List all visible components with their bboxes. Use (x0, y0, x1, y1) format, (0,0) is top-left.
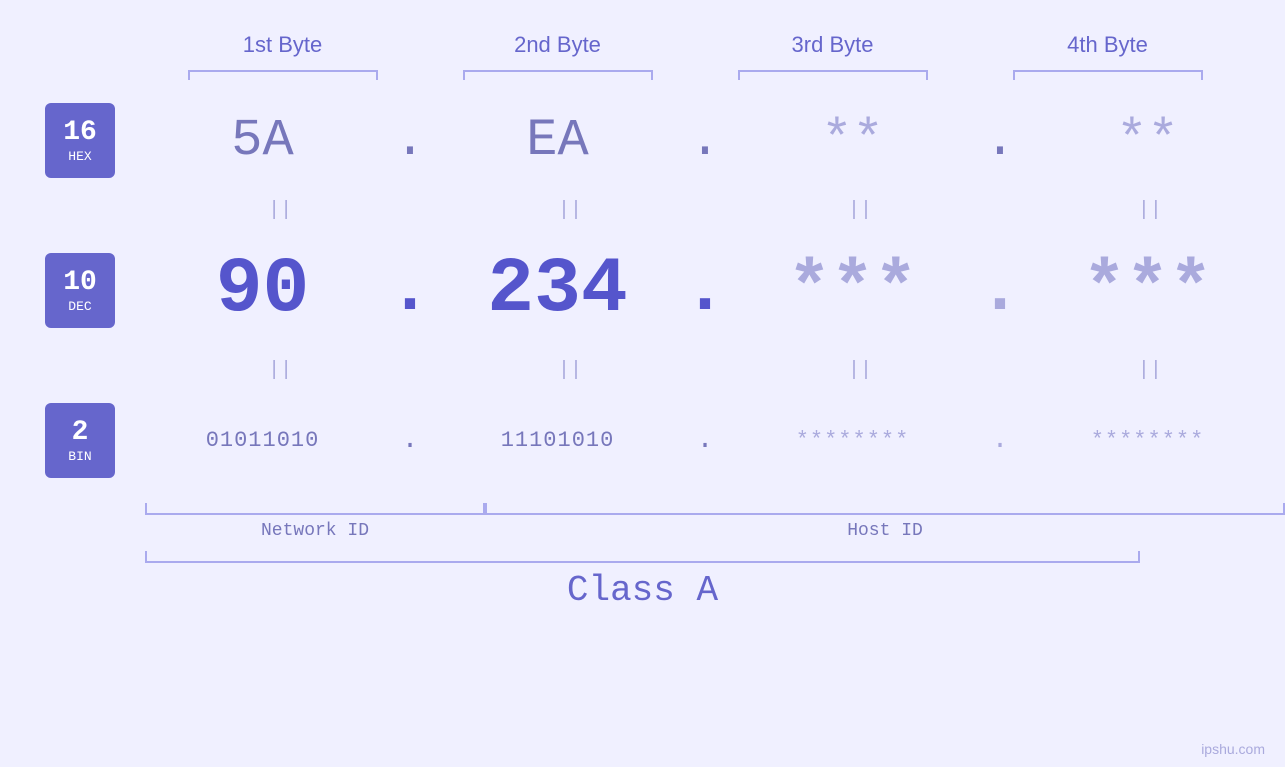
hex-label-box: 16 HEX (45, 103, 115, 178)
bin-b3-value: ******** (796, 428, 910, 453)
bin-b1-value: 01011010 (206, 428, 320, 453)
eq2-b4: || (1015, 359, 1285, 382)
class-label: Class A (567, 570, 718, 611)
bin-b4-value: ******** (1091, 428, 1205, 453)
dec-b3-cell: *** (715, 249, 990, 331)
equals-row-1: || || || || (145, 195, 1285, 225)
bin-b2-value: 11101010 (501, 428, 615, 453)
eq1-b3: || (725, 199, 995, 222)
bracket-cell-1 (145, 70, 420, 85)
eq1-b2: || (435, 199, 705, 222)
bin-dot-2: . (695, 425, 715, 456)
bracket-cell-3 (695, 70, 970, 85)
bin-base-number: 2 (72, 416, 89, 450)
byte3-header: 3rd Byte (695, 32, 970, 58)
class-row: Class A (0, 563, 1285, 618)
host-id-label: Host ID (485, 521, 1285, 541)
bracket-inner-3 (738, 70, 928, 80)
byte2-header: 2nd Byte (420, 32, 695, 58)
hex-base-text: HEX (68, 149, 91, 164)
bin-b4-cell: ******** (1010, 428, 1285, 453)
network-id-label: Network ID (145, 521, 485, 541)
hex-row: 16 HEX 5A . EA . ** . ** (0, 85, 1285, 195)
hex-b4-cell: ** (1010, 111, 1285, 170)
dec-b3-value: *** (788, 249, 918, 331)
dec-label-box: 10 DEC (45, 253, 115, 328)
equals-row-2: || || || || (145, 355, 1285, 385)
bin-b3-cell: ******** (715, 428, 990, 453)
bin-base-text: BIN (68, 449, 91, 464)
main-container: 1st Byte 2nd Byte 3rd Byte 4th Byte 16 H… (0, 0, 1285, 767)
hex-dot-2: . (695, 111, 715, 170)
dec-b4-value: *** (1083, 249, 1213, 331)
byte4-header: 4th Byte (970, 32, 1245, 58)
host-id-bracket (485, 503, 1285, 515)
hex-base-number: 16 (63, 116, 97, 150)
hex-b2-cell: EA (420, 111, 695, 170)
bracket-inner-1 (188, 70, 378, 80)
bin-dot-1: . (400, 425, 420, 456)
dec-base-number: 10 (63, 266, 97, 300)
bin-row: 2 BIN 01011010 . 11101010 . ******** . *… (0, 385, 1285, 495)
dec-b2-cell: 234 (420, 246, 695, 334)
dec-b1-value: 90 (216, 246, 310, 334)
dec-dot-1: . (400, 249, 420, 331)
hex-b3-value: ** (821, 111, 883, 170)
network-id-bracket (145, 503, 485, 515)
bin-b1-cell: 01011010 (125, 428, 400, 453)
dec-b4-cell: *** (1010, 249, 1285, 331)
dec-values-row: 90 . 234 . *** . *** (125, 246, 1285, 334)
hex-b1-value: 5A (231, 111, 293, 170)
bin-label-box: 2 BIN (45, 403, 115, 478)
dec-b1-cell: 90 (125, 246, 400, 334)
byte-header-row: 1st Byte 2nd Byte 3rd Byte 4th Byte (145, 20, 1285, 70)
outer-bracket (145, 551, 1140, 563)
bottom-brackets-container (145, 503, 1285, 515)
hex-b1-cell: 5A (125, 111, 400, 170)
id-labels-row: Network ID Host ID (145, 521, 1285, 541)
bracket-inner-2 (463, 70, 653, 80)
dec-row: 10 DEC 90 . 234 . *** . *** (0, 225, 1285, 355)
byte1-header: 1st Byte (145, 32, 420, 58)
hex-dot-1: . (400, 111, 420, 170)
eq2-b3: || (725, 359, 995, 382)
dec-b2-value: 234 (487, 246, 627, 334)
bin-b2-cell: 11101010 (420, 428, 695, 453)
eq1-b1: || (145, 199, 415, 222)
dec-dot-3: . (990, 249, 1010, 331)
eq2-b2: || (435, 359, 705, 382)
dec-base-text: DEC (68, 299, 91, 314)
bin-values-row: 01011010 . 11101010 . ******** . *******… (125, 425, 1285, 456)
dec-dot-2: . (695, 249, 715, 331)
eq2-b1: || (145, 359, 415, 382)
bin-dot-3: . (990, 425, 1010, 456)
bracket-cell-4 (970, 70, 1245, 85)
hex-b3-cell: ** (715, 111, 990, 170)
hex-values-row: 5A . EA . ** . ** (125, 111, 1285, 170)
eq1-b4: || (1015, 199, 1285, 222)
hex-b2-value: EA (526, 111, 588, 170)
hex-dot-3: . (990, 111, 1010, 170)
bracket-inner-4 (1013, 70, 1203, 80)
top-brackets-row (145, 70, 1285, 85)
hex-b4-value: ** (1116, 111, 1178, 170)
bracket-cell-2 (420, 70, 695, 85)
watermark: ipshu.com (1201, 741, 1265, 757)
